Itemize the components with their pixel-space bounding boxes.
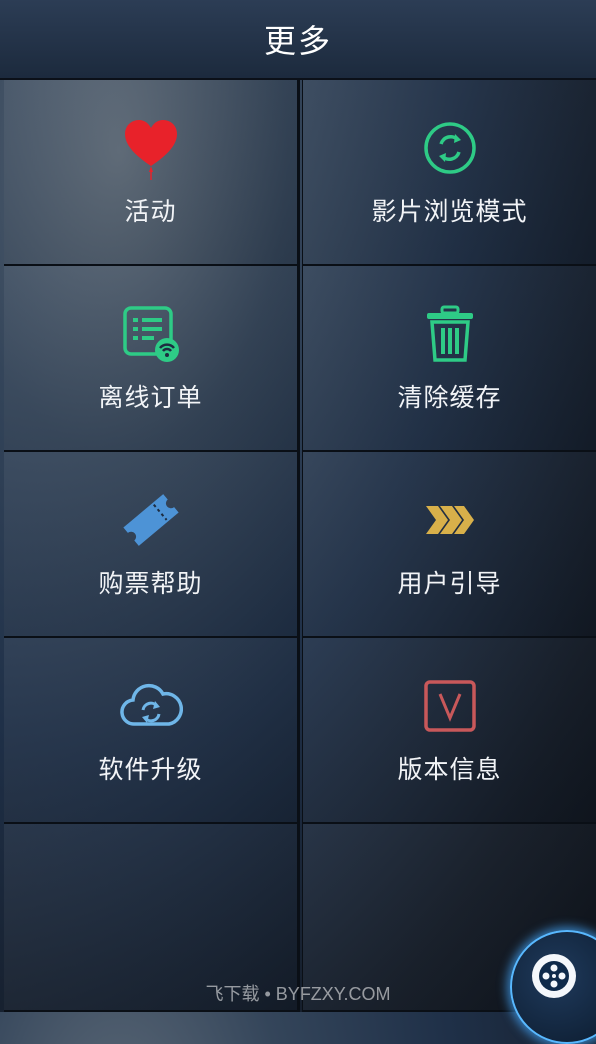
menu-item-ticket-help[interactable]: 购票帮助 (4, 452, 298, 638)
menu-item-label: 购票帮助 (98, 569, 203, 598)
header-bar: 更多 (0, 0, 596, 80)
menu-item-clear-cache[interactable]: 清除缓存 (302, 266, 596, 452)
menu-item-label: 软件升级 (98, 755, 203, 784)
menu-item-activity[interactable]: 活动 (4, 80, 298, 266)
menu-item-label: 离线订单 (98, 383, 203, 412)
trash-icon (418, 302, 482, 366)
grid-divider (298, 80, 300, 1012)
offline-order-icon (119, 302, 183, 366)
menu-item-label: 活动 (124, 197, 177, 226)
film-reel-icon (532, 954, 576, 998)
menu-item-label: 用户引导 (397, 569, 502, 598)
menu-item-label: 清除缓存 (397, 383, 502, 412)
version-v-icon (418, 674, 482, 738)
heart-balloon-icon (119, 116, 183, 180)
menu-item-browse-mode[interactable]: 影片浏览模式 (302, 80, 596, 266)
menu-item-label: 版本信息 (397, 755, 502, 784)
chevrons-right-icon (418, 488, 482, 552)
page-title: 更多 (263, 22, 332, 60)
menu-item-offline-order[interactable]: 离线订单 (4, 266, 298, 452)
menu-item-software-upgrade[interactable]: 软件升级 (4, 638, 298, 824)
cloud-sync-icon (119, 674, 183, 738)
watermark-text: 飞下载 • BYFZXY.COM (205, 984, 391, 1004)
ticket-icon (119, 488, 183, 552)
menu-item-user-guide[interactable]: 用户引导 (302, 452, 596, 638)
menu-item-label: 影片浏览模式 (371, 197, 528, 226)
more-menu-grid: 活动 影片浏览模式 离线订单 清除缓存 购票帮助 用户引导 软件升级 版本信息 (4, 80, 596, 1012)
menu-item-version-info[interactable]: 版本信息 (302, 638, 596, 824)
refresh-circle-icon (418, 116, 482, 180)
